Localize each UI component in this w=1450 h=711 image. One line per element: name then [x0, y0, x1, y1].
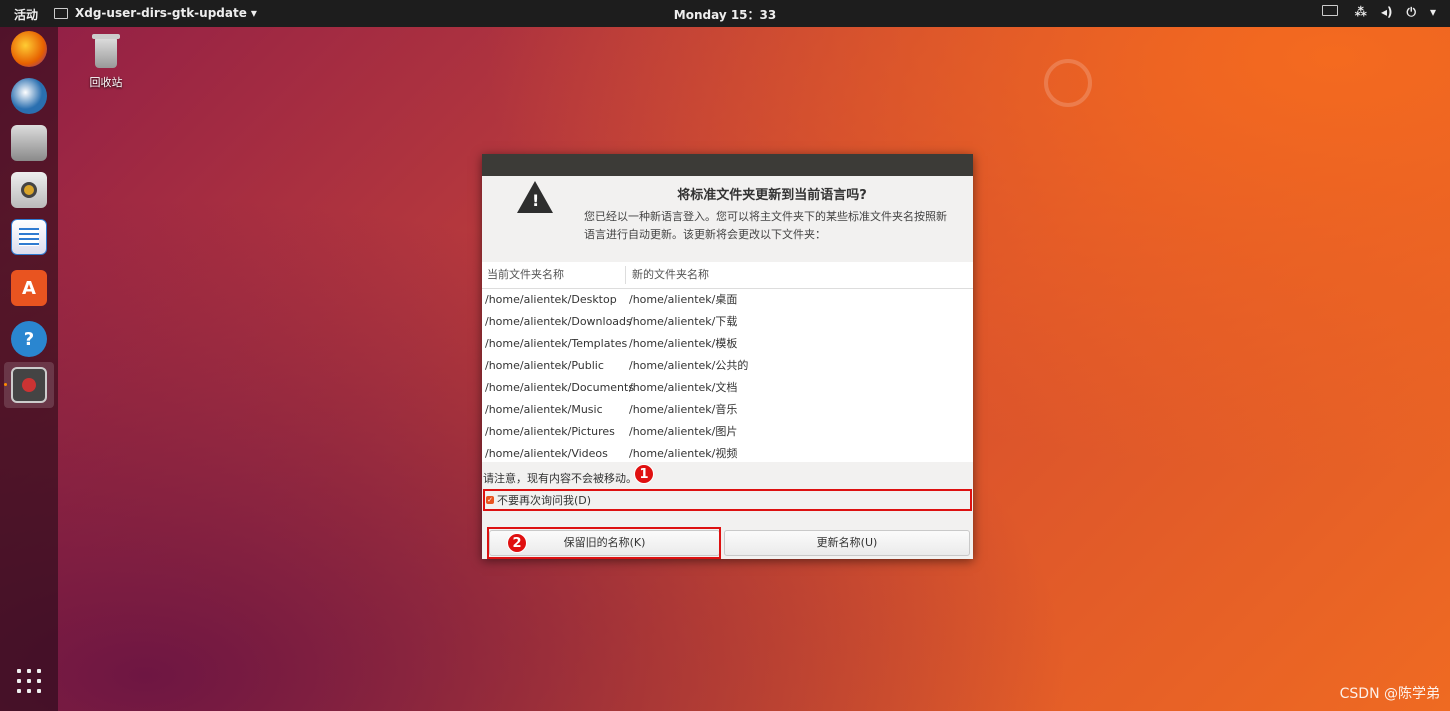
trash-desktop-icon[interactable]: 回收站: [86, 34, 126, 90]
keyboard-icon[interactable]: [1321, 5, 1338, 16]
folder-table: 当前文件夹名称 新的文件夹名称 /home/alientek/Desktop/h…: [482, 262, 973, 462]
show-applications-icon[interactable]: [17, 669, 41, 693]
current-name: /home/alientek/Downloads: [485, 315, 632, 328]
annotation-badge-2: 2: [507, 533, 527, 553]
notice-text: 请注意，现有内容不会被移动。: [483, 472, 637, 485]
new-name: /home/alientek/公共的: [629, 359, 749, 372]
rhythmbox-icon[interactable]: [11, 172, 47, 208]
thunderbird-icon[interactable]: [11, 78, 47, 114]
current-name: /home/alientek/Pictures: [485, 425, 615, 438]
column-header-current[interactable]: 当前文件夹名称: [487, 262, 564, 288]
dialog-message: 您已经以一种新语言登入。您可以将主文件夹下的某些标准文件夹名按照新语言进行自动更…: [584, 210, 947, 241]
column-divider: [625, 266, 626, 284]
dialog-title: 将标准文件夹更新到当前语言吗?: [677, 188, 867, 203]
new-name: /home/alientek/图片: [629, 425, 738, 438]
volume-icon[interactable]: ◂): [1381, 5, 1393, 20]
dialog-titlebar[interactable]: [482, 154, 973, 176]
xdg-update-icon[interactable]: [11, 367, 47, 403]
current-name: /home/alientek/Public: [485, 359, 604, 372]
warning-mark: !: [532, 191, 540, 210]
network-icon[interactable]: ⁂: [1355, 5, 1367, 20]
current-name: /home/alientek/Templates: [485, 337, 628, 350]
power-icon[interactable]: ⏻: [1406, 5, 1416, 20]
new-name: /home/alientek/模板: [629, 337, 738, 350]
annotation-badge-1: 1: [634, 464, 654, 484]
top-bar: 活动 Xdg-user-dirs-gtk-update ▾ Monday 15：…: [0, 0, 1450, 27]
help-icon[interactable]: ?: [11, 321, 47, 357]
writer-icon[interactable]: [11, 219, 47, 255]
firefox-icon[interactable]: [11, 31, 47, 67]
current-name: /home/alientek/Music: [485, 403, 603, 416]
update-names-button[interactable]: 更新名称(U): [724, 530, 970, 556]
current-name: /home/alientek/Desktop: [485, 293, 617, 306]
dock: A ?: [0, 27, 58, 711]
clock[interactable]: Monday 15：33: [0, 6, 1450, 23]
new-name: /home/alientek/视频: [629, 447, 738, 460]
files-icon[interactable]: [11, 125, 47, 161]
software-icon[interactable]: A: [11, 270, 47, 306]
trash-icon: [92, 34, 120, 68]
new-name: /home/alientek/下载: [629, 315, 738, 328]
system-tray[interactable]: ⁂ ◂) ⏻ ▾: [1321, 5, 1436, 20]
watermark: CSDN @陈学弟: [1339, 686, 1440, 702]
column-header-new[interactable]: 新的文件夹名称: [632, 262, 709, 288]
current-name: /home/alientek/Videos: [485, 447, 608, 460]
chevron-down-icon[interactable]: ▾: [1430, 5, 1436, 20]
new-name: /home/alientek/文档: [629, 381, 738, 394]
annotation-box-checkbox: [483, 489, 972, 511]
current-name: /home/alientek/Documents: [485, 381, 635, 394]
new-name: /home/alientek/桌面: [629, 293, 738, 306]
new-name: /home/alientek/音乐: [629, 403, 738, 416]
wallpaper-decoration: [1044, 59, 1092, 107]
running-indicator: [4, 383, 7, 386]
trash-label: 回收站: [89, 76, 123, 89]
